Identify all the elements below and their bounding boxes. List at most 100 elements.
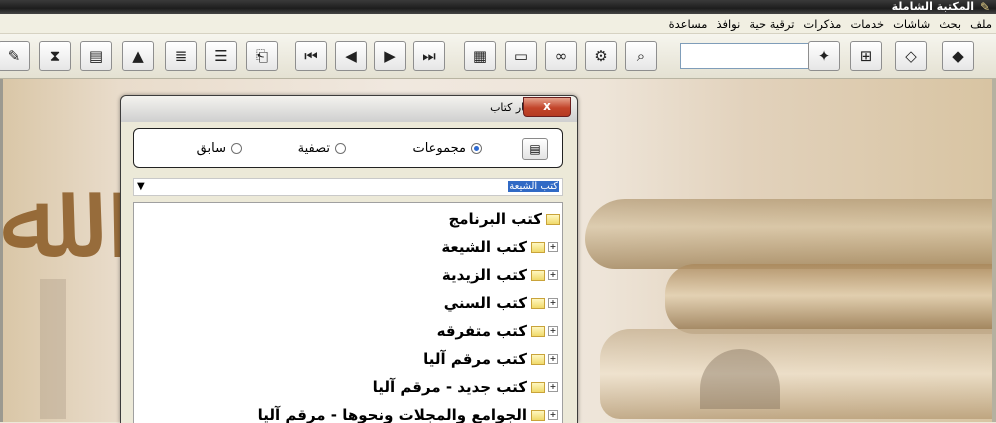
radio-previous[interactable]: سابق: [197, 141, 242, 156]
window-button[interactable]: ▦: [464, 41, 496, 71]
books-image: [585, 199, 996, 269]
folder-open-button[interactable]: ▭: [505, 41, 537, 71]
folder-icon: [531, 353, 545, 365]
settings-doc-icon: ⚙: [594, 47, 608, 65]
tree-item[interactable]: + كتب الزيدية: [442, 263, 558, 287]
menu-item[interactable]: ملف: [970, 17, 992, 31]
quill-icon: ✎: [979, 0, 991, 14]
pencil-button[interactable]: ✎: [0, 41, 30, 71]
tree-button[interactable]: ⊞: [850, 41, 882, 71]
expand-icon[interactable]: +: [548, 382, 558, 392]
tree-root-label: كتب البرنامج: [448, 210, 542, 228]
menu-item[interactable]: نوافذ: [716, 17, 740, 31]
pdf-icon: ▲: [132, 47, 144, 65]
search-doc-button[interactable]: ⌕: [625, 41, 657, 71]
close-button[interactable]: x: [523, 97, 571, 117]
tree-item[interactable]: + كتب جديد - مرقم آليا: [373, 375, 558, 399]
menu-item[interactable]: مساعدة: [669, 17, 708, 31]
pencil-icon: ✎: [7, 47, 21, 65]
expand-icon[interactable]: +: [548, 354, 558, 364]
radio-filter[interactable]: تصفية: [298, 141, 346, 156]
search-input[interactable]: [680, 43, 816, 69]
book-tree[interactable]: كتب البرنامج + كتب الشيعة + كتب الزيدية + كتب…: [133, 202, 563, 423]
app-title-bar: ✎ المكتبة الشاملة: [0, 0, 996, 14]
chevron-down-icon[interactable]: ▼: [137, 179, 145, 195]
expand-icon[interactable]: +: [548, 242, 558, 252]
left-edge: [0, 79, 3, 422]
tree-item-label: كتب الشيعة: [441, 238, 527, 256]
tree-item-label: كتب مرقم آليا: [423, 350, 527, 368]
panel-toggle-button[interactable]: ▤: [522, 138, 548, 160]
minaret-image: [40, 279, 66, 419]
expand-icon[interactable]: +: [548, 298, 558, 308]
toolbar: ◆ ◇ ⊞ ✦ ⌕ ⚙ ∞ ▭ ▦ ⏭ ▶ ◀ ⏮ ⎗ ☰ ≣ ▲ ▤ ⧗ ✎: [0, 34, 996, 79]
menu-item[interactable]: ترقية حية: [749, 17, 794, 31]
books-image: [665, 264, 996, 334]
prev-button[interactable]: ◀: [335, 41, 367, 71]
list-button[interactable]: ☰: [205, 41, 237, 71]
first-icon: ⏮: [304, 47, 318, 65]
settings-doc-button[interactable]: ⚙: [585, 41, 617, 71]
expand-icon[interactable]: +: [548, 270, 558, 280]
tree-item[interactable]: + كتب مرقم آليا: [423, 347, 558, 371]
folder-icon: [531, 297, 545, 309]
filter-button[interactable]: ⧗: [39, 41, 71, 71]
dialog-title-bar[interactable]: ✎ اختيار كتاب: [121, 96, 577, 122]
tree-item-label: كتب الزيدية: [441, 266, 527, 284]
next-icon: ▶: [384, 47, 396, 65]
binoculars-button[interactable]: ∞: [545, 41, 577, 71]
category-select[interactable]: كتب الشيعة ▼: [133, 178, 563, 196]
filter-icon: ⧗: [49, 47, 61, 65]
choose-book-dialog: ✎ اختيار كتاب x ▤ مجموعات تصفية سابق كتب…: [120, 95, 578, 423]
tree-item[interactable]: + كتب متفرقه: [437, 319, 558, 343]
books-image: [600, 329, 996, 419]
search-doc-icon: ⌕: [636, 47, 646, 65]
open-book-icon: ◇: [905, 47, 917, 65]
numbered-list-icon: ≣: [174, 47, 188, 65]
open-book-button[interactable]: ◇: [895, 41, 927, 71]
properties-button[interactable]: ▤: [80, 41, 112, 71]
book-icon: ◆: [952, 47, 964, 65]
book-button[interactable]: ◆: [942, 41, 974, 71]
radio-dot[interactable]: [335, 143, 346, 154]
radio-groups[interactable]: مجموعات: [412, 141, 482, 156]
folder-open-icon: ▭: [513, 47, 529, 65]
tree-item-label: كتب متفرقه: [436, 322, 527, 340]
radio-label: تصفية: [297, 141, 330, 156]
menu-item[interactable]: شاشات: [893, 17, 930, 31]
tree-item-label: كتب جديد - مرقم آليا: [372, 378, 527, 396]
list-icon: ☰: [214, 47, 228, 65]
folder-icon: [531, 269, 545, 281]
menu-item[interactable]: خدمات: [850, 17, 884, 31]
folder-icon: [531, 409, 545, 421]
last-icon: ⏭: [422, 47, 436, 65]
radio-dot[interactable]: [471, 143, 482, 154]
first-button[interactable]: ⏮: [295, 41, 327, 71]
menu-item[interactable]: بحث: [939, 17, 961, 31]
menu-bar: ملف بحث شاشات خدمات مذكرات ترقية حية نوافذ مساع…: [0, 14, 996, 34]
prev-icon: ◀: [345, 47, 357, 65]
tree-root[interactable]: كتب البرنامج: [448, 207, 560, 231]
window-icon: ▦: [472, 47, 488, 65]
menu-item[interactable]: مذكرات: [803, 17, 841, 31]
category-select-value: كتب الشيعة: [508, 181, 559, 192]
tree-item[interactable]: + الجوامع والمجلات ونحوها - مرقم آليا: [258, 403, 558, 423]
binoculars-icon: ∞: [554, 47, 568, 65]
properties-icon: ▤: [88, 47, 104, 65]
read-book-button[interactable]: ⎗: [246, 41, 278, 71]
radio-dot[interactable]: [231, 143, 242, 154]
last-button[interactable]: ⏭: [413, 41, 445, 71]
tree-item[interactable]: + كتب السني: [444, 291, 558, 315]
folder-icon: [531, 381, 545, 393]
tree-item-label: الجوامع والمجلات ونحوها - مرقم آليا: [257, 406, 527, 423]
next-button[interactable]: ▶: [374, 41, 406, 71]
expand-icon[interactable]: +: [548, 410, 558, 420]
app-title: المكتبة الشاملة: [891, 0, 974, 13]
tree-item[interactable]: + كتب الشيعة: [441, 235, 558, 259]
pdf-button[interactable]: ▲: [122, 41, 154, 71]
radio-label: سابق: [196, 141, 226, 156]
right-edge: [992, 79, 996, 422]
expand-icon[interactable]: +: [548, 326, 558, 336]
bookmark-add-button[interactable]: ✦: [808, 41, 840, 71]
numbered-list-button[interactable]: ≣: [165, 41, 197, 71]
